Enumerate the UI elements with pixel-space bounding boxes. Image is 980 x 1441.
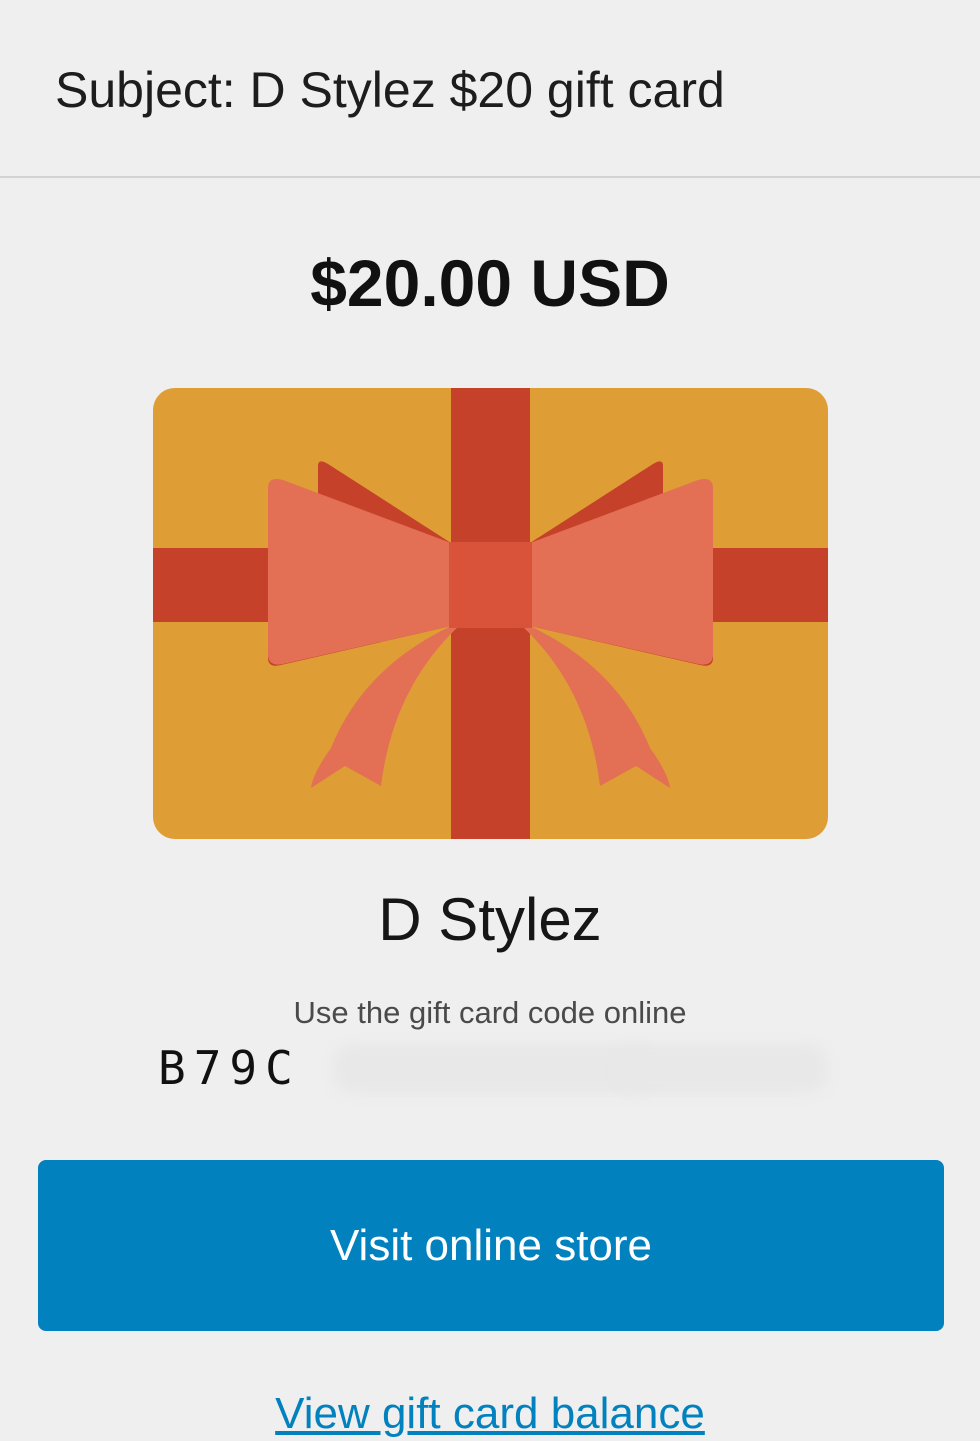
code-redaction-blur [333,1044,653,1094]
gift-card-amount: $20.00 USD [310,246,670,320]
code-instruction: Use the gift card code online [293,995,687,1030]
visit-online-store-button[interactable]: Visit online store [38,1160,944,1331]
gift-bow-icon [153,388,828,839]
email-subject-bar: Subject: D Stylez $20 gift card [0,0,980,178]
view-gift-card-balance-link[interactable]: View gift card balance [0,1387,980,1441]
gift-card-image [153,388,828,839]
email-subject: Subject: D Stylez $20 gift card [55,62,725,118]
gift-card-code: B79C [158,1040,838,1100]
bow-knot [449,542,532,628]
gift-card-code-visible: B79C [158,1041,301,1095]
code-redaction-blur [618,1044,828,1094]
store-name: D Stylez [378,886,602,953]
